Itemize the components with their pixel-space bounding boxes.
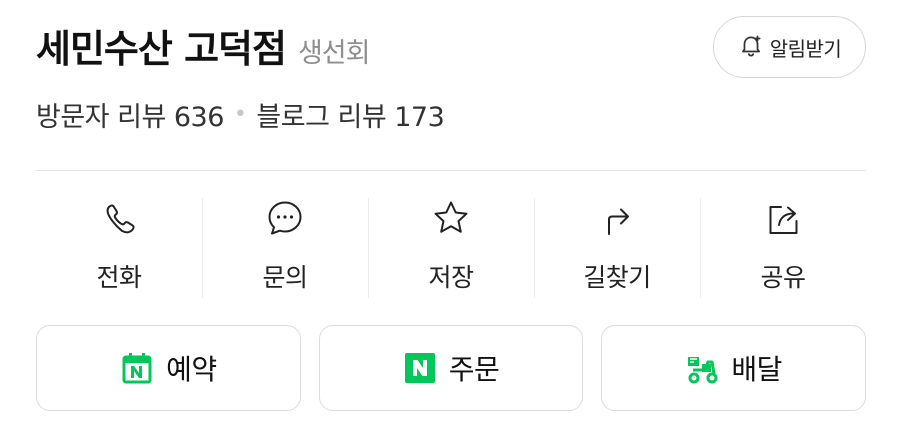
save-button[interactable]: 저장	[368, 196, 534, 300]
review-separator: •	[233, 101, 247, 127]
naver-n-icon	[403, 351, 437, 385]
star-icon	[431, 198, 471, 238]
inquiry-label: 문의	[262, 263, 308, 292]
call-label: 전화	[96, 263, 142, 292]
save-label: 저장	[428, 263, 474, 292]
directions-arrow-icon	[597, 198, 637, 238]
call-button[interactable]: 전화	[36, 196, 202, 300]
share-button[interactable]: 공유	[700, 196, 866, 300]
reservation-label: 예약	[166, 353, 217, 386]
share-icon	[763, 198, 803, 238]
chat-bubble-icon	[265, 198, 305, 238]
order-label: 주문	[448, 353, 500, 386]
alarm-button-label: 알림받기	[769, 36, 842, 61]
order-button[interactable]: 주문	[318, 325, 584, 411]
action-bar: 전화 문의 저장 길찾기 공유	[36, 196, 866, 300]
divider	[36, 170, 866, 171]
store-name: 세민수산 고덕점	[36, 27, 287, 71]
naver-calendar-icon	[120, 351, 154, 385]
delivery-label: 배달	[731, 353, 782, 386]
phone-icon	[99, 198, 139, 238]
blog-review-link[interactable]: 블로그 리뷰 173	[256, 95, 444, 134]
share-label: 공유	[760, 263, 806, 292]
delivery-button[interactable]: 배달	[601, 325, 867, 411]
service-buttons: 예약 주문 배달	[36, 325, 867, 411]
store-category: 생선회	[297, 38, 371, 69]
store-header: 세민수산 고덕점 생선회	[36, 18, 371, 71]
visitor-review-link[interactable]: 방문자 리뷰 636	[36, 95, 224, 134]
bell-plus-icon	[738, 32, 764, 63]
review-summary: 방문자 리뷰 636 • 블로그 리뷰 173	[36, 92, 445, 136]
delivery-scooter-icon	[685, 351, 719, 385]
directions-button[interactable]: 길찾기	[534, 196, 700, 300]
reservation-button[interactable]: 예약	[36, 325, 301, 411]
inquiry-button[interactable]: 문의	[202, 196, 368, 300]
alarm-button[interactable]: 알림받기	[713, 16, 866, 78]
directions-label: 길찾기	[583, 263, 651, 292]
